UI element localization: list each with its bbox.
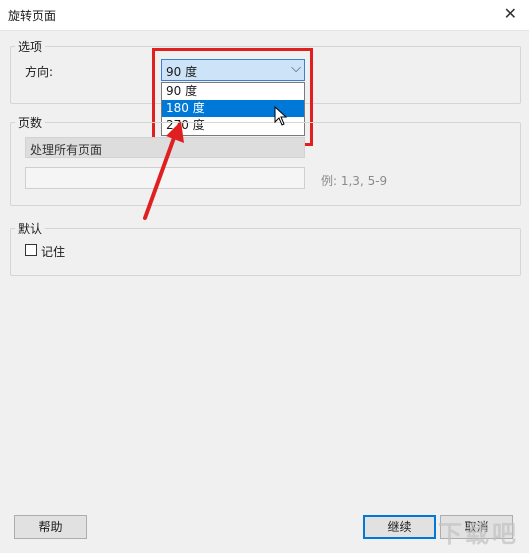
remember-label[interactable]: 记住: [41, 243, 65, 260]
watermark-logo: 下载吧: [438, 520, 519, 548]
pages-group: 页数: [10, 114, 521, 206]
pages-legend: 页数: [18, 116, 43, 130]
page-range-select[interactable]: 处理所有页面: [25, 137, 305, 158]
continue-button[interactable]: 继续: [363, 515, 436, 539]
page-range-hint: 例: 1,3, 5-9: [321, 174, 388, 188]
window-title: 旋转页面: [8, 9, 57, 23]
defaults-legend: 默认: [18, 222, 43, 236]
mouse-cursor-icon: [274, 106, 288, 126]
help-button[interactable]: 帮助: [14, 515, 87, 539]
page-range-value: 处理所有页面: [30, 143, 103, 157]
direction-label: 方向:: [25, 65, 54, 79]
defaults-group: 默认: [10, 220, 521, 276]
close-icon[interactable]: ✕: [504, 4, 517, 23]
title-bar: 旋转页面 ✕: [0, 0, 529, 31]
page-range-input[interactable]: [25, 167, 305, 189]
remember-checkbox[interactable]: [25, 244, 37, 256]
options-legend: 选项: [18, 40, 43, 54]
